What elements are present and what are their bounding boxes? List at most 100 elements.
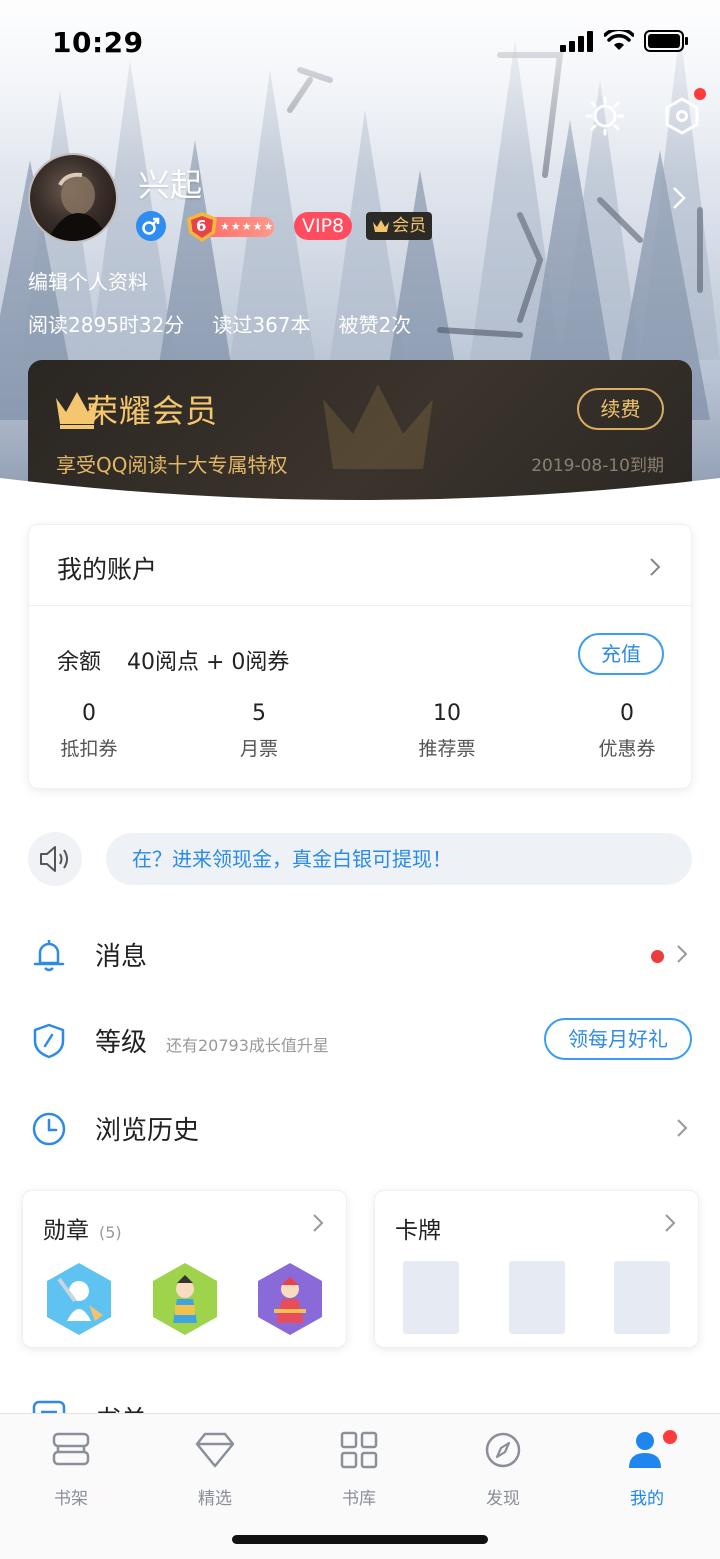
- tab-label: 精选: [198, 1489, 232, 1509]
- vip-description: 享受QQ阅读十大专属特权: [56, 453, 288, 477]
- tab-featured[interactable]: 精选: [155, 1428, 275, 1509]
- menu-level[interactable]: 等级 还有20793成长值升星 领每月好礼: [0, 1004, 720, 1076]
- speaker-icon: [28, 832, 82, 886]
- monthly-ticket-label: 月票: [239, 738, 278, 760]
- messages-unread-dot: [651, 950, 664, 963]
- books-read: 读过367本: [212, 313, 311, 337]
- tab-library[interactable]: 书库: [299, 1428, 419, 1509]
- level-badge[interactable]: ★★★★★ 6: [180, 211, 276, 242]
- clock: 10:29: [52, 26, 144, 59]
- status-icons: [560, 30, 690, 52]
- monthly-ticket-count: 5: [252, 701, 266, 726]
- account-card: 我的账户 余额 40阅点 + 0阅券 充值 0 抵扣券 5 月票 10 推荐票 0…: [28, 524, 692, 789]
- recommend-ticket-stat[interactable]: 10 推荐票: [387, 701, 507, 761]
- coupon-label: 优惠券: [598, 738, 656, 760]
- clock-icon: [32, 1112, 66, 1146]
- balance-value: 40阅点 + 0阅券: [127, 650, 290, 675]
- chevron-right-icon[interactable]: [672, 186, 686, 210]
- status-bar: 10:29: [0, 0, 720, 88]
- home-indicator: [232, 1535, 488, 1544]
- coupon-count: 0: [620, 701, 634, 726]
- level-number: 6: [196, 217, 207, 235]
- promo-notice[interactable]: 在？进来领现金，真金白银可提现！: [106, 833, 692, 885]
- medals-title-text: 勋章: [43, 1218, 89, 1244]
- level-hint: 还有20793成长值升星: [166, 1036, 329, 1055]
- chevron-right-icon: [677, 945, 688, 963]
- vip-expire-date: 2019-08-10到期: [531, 456, 664, 476]
- profile-header: 10:29 兴起 ★★★★★ 6 VIP8 会员 编辑个人资料 阅读2895时3…: [0, 0, 720, 500]
- coupon-stat[interactable]: 0 优惠券: [567, 701, 687, 761]
- medal-princess-icon: [258, 1263, 322, 1335]
- settings-button[interactable]: [660, 88, 706, 138]
- history-label: 浏览历史: [95, 1116, 200, 1146]
- menu-messages[interactable]: 消息: [0, 918, 720, 990]
- monthly-gift-button[interactable]: 领每月好礼: [544, 1018, 692, 1060]
- card-slot-empty: [403, 1261, 459, 1334]
- recharge-button[interactable]: 充值: [578, 633, 664, 675]
- card-slot-empty: [509, 1261, 565, 1334]
- hexagon-settings-icon: [665, 97, 699, 135]
- bell-icon: [33, 940, 65, 972]
- cards-title: 卡牌: [395, 1218, 441, 1244]
- chevron-right-icon: [677, 1119, 688, 1137]
- balance: 余额 40阅点 + 0阅券: [57, 644, 289, 676]
- menu-history[interactable]: 浏览历史: [0, 1092, 720, 1164]
- medals-title: 勋章 (5): [43, 1211, 122, 1245]
- account-title[interactable]: 我的账户: [57, 550, 157, 586]
- edit-profile-link[interactable]: 编辑个人资料: [28, 266, 148, 295]
- likes-received: 被赞2次: [338, 313, 412, 337]
- messages-label: 消息: [95, 942, 148, 972]
- voucher-label: 抵扣券: [60, 738, 118, 760]
- voucher-count: 0: [82, 701, 96, 726]
- tab-me[interactable]: 我的: [587, 1428, 707, 1509]
- battery-icon: [644, 30, 688, 52]
- tab-label: 书架: [54, 1489, 88, 1509]
- username[interactable]: 兴起: [138, 160, 202, 206]
- renew-button[interactable]: 续费: [577, 388, 664, 430]
- grid-icon: [340, 1431, 378, 1469]
- balance-label: 余额: [57, 650, 102, 675]
- shield-icon: [33, 1023, 65, 1059]
- medals-card[interactable]: 勋章 (5): [22, 1190, 347, 1348]
- header-curve: [0, 478, 720, 500]
- night-mode-button[interactable]: [583, 94, 627, 138]
- tab-label: 发现: [486, 1489, 520, 1509]
- card-slot-empty: [614, 1261, 670, 1334]
- member-badge[interactable]: 会员: [366, 212, 433, 240]
- diamond-icon: [195, 1432, 235, 1468]
- recommend-ticket-count: 10: [433, 701, 461, 726]
- avatar-image: [47, 172, 109, 241]
- settings-notification-dot: [694, 88, 706, 100]
- signal-icon: [560, 31, 593, 52]
- user-badges: ★★★★★ 6 VIP8 会员: [136, 210, 433, 242]
- wifi-icon: [604, 30, 634, 50]
- sun-icon: [585, 96, 625, 136]
- reading-stats: 阅读2895时32分 读过367本 被赞2次: [28, 309, 411, 338]
- tab-label: 我的: [630, 1489, 664, 1509]
- medal-sword-icon: [47, 1263, 111, 1335]
- member-label: 会员: [392, 216, 427, 236]
- chevron-right-icon[interactable]: [649, 557, 661, 577]
- tab-bookshelf[interactable]: 书架: [11, 1428, 131, 1509]
- level-label: 等级: [95, 1028, 148, 1058]
- cards-card[interactable]: 卡牌: [374, 1190, 699, 1348]
- monthly-ticket-stat[interactable]: 5 月票: [199, 701, 319, 761]
- reading-time: 阅读2895时32分: [28, 313, 185, 337]
- recommend-ticket-label: 推荐票: [418, 738, 476, 760]
- chevron-right-icon: [313, 1214, 324, 1232]
- divider: [29, 605, 691, 606]
- compass-icon: [485, 1432, 521, 1468]
- vip-badge[interactable]: VIP8: [294, 212, 353, 240]
- male-icon: [136, 211, 166, 241]
- voucher-stat[interactable]: 0 抵扣券: [29, 701, 149, 761]
- medals-count: (5): [99, 1223, 122, 1242]
- crown-icon: [373, 220, 390, 232]
- chevron-right-icon: [665, 1214, 676, 1232]
- tab-discover[interactable]: 发现: [443, 1428, 563, 1509]
- medal-scholar-icon: [153, 1263, 217, 1335]
- tab-label: 书库: [342, 1489, 376, 1509]
- avatar[interactable]: [28, 153, 118, 243]
- me-notification-dot: [663, 1430, 677, 1444]
- vip-title: 荣耀会员: [86, 392, 219, 430]
- bookshelf-icon: [52, 1432, 90, 1466]
